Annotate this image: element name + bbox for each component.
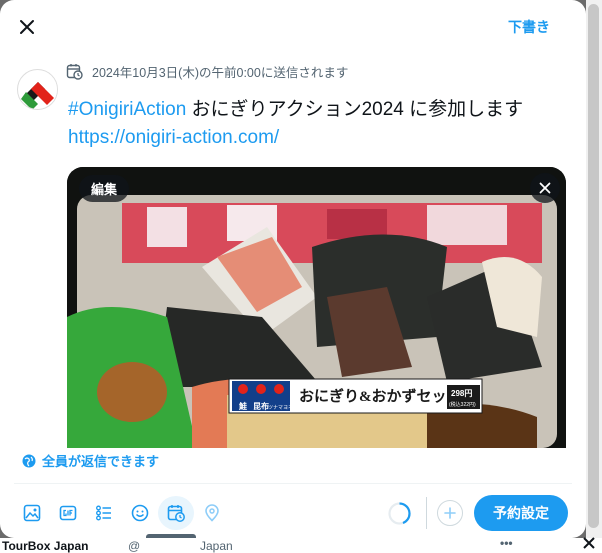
image-icon [23, 504, 41, 522]
add-post-button[interactable] [437, 500, 463, 526]
hashtag[interactable]: #OnigiriAction [68, 99, 186, 120]
schedule-button[interactable] [158, 496, 194, 530]
scrollbar-thumb[interactable] [588, 4, 599, 528]
x-logo-icon [583, 537, 595, 552]
background-timeline: TourBox Japan @ Japan ••• [0, 536, 602, 553]
remove-media-button[interactable] [530, 173, 560, 203]
price-text: 298円 [451, 389, 472, 398]
poll-button[interactable] [86, 496, 122, 530]
price-tax-text: (税込322円) [449, 401, 476, 408]
background-user-name: TourBox Japan [2, 539, 89, 553]
close-icon [539, 182, 551, 194]
close-icon [20, 20, 34, 34]
more-options-icon[interactable]: ••• [500, 536, 513, 550]
location-pin-icon [205, 504, 219, 522]
label-small-3: ツナマヨネーズ [268, 404, 303, 411]
tweet-url[interactable]: https://onigiri-action.com/ [68, 127, 279, 148]
media-button[interactable] [14, 496, 50, 530]
close-button[interactable] [14, 14, 40, 40]
schedule-info: 2024年10月3日(木)の午前0:00に送信されます [66, 62, 348, 81]
plus-icon [444, 507, 456, 519]
location-button[interactable] [194, 496, 230, 530]
tweet-text[interactable]: #OnigiriAction おにぎりアクション2024 に参加します http… [68, 96, 568, 152]
reply-setting-label: 全員が返信できます [42, 454, 160, 469]
schedule-text: 2024年10月3日(木)の午前0:00に送信されます [92, 66, 349, 80]
gif-button[interactable] [50, 496, 86, 530]
calendar-clock-icon [167, 505, 185, 522]
avatar [17, 69, 58, 110]
reply-setting[interactable]: 全員が返信できます [22, 451, 159, 470]
label-small-1: 鮭 [238, 401, 247, 411]
divider [14, 483, 572, 484]
compose-modal: 下書き 2024年10月3日(木)の午前0:00に送信されます #Onigiri… [0, 0, 586, 553]
media-attachment: 鮭 昆布 ツナマヨネーズ おにぎり&おかずセット 298円 (税込322円) 編… [67, 167, 566, 448]
media-labels: 鮭 昆布 ツナマヨネーズ おにぎり&おかずセット 298円 (税込322円) [238, 387, 476, 411]
compose-toolbar [14, 496, 230, 530]
gif-icon [59, 505, 77, 521]
logo-icon [18, 70, 57, 109]
calendar-clock-icon [66, 64, 83, 80]
smiley-icon [131, 504, 149, 522]
background-user-handle: @ [128, 539, 141, 553]
globe-icon [22, 454, 36, 467]
edit-button[interactable]: 編集 [79, 175, 130, 202]
list-icon [96, 505, 111, 521]
label-text: おにぎり&おかずセット [299, 387, 462, 405]
label-small-2: 昆布 [253, 401, 269, 411]
character-progress-ring [388, 502, 411, 525]
schedule-submit-button[interactable]: 予約設定 [474, 495, 568, 531]
background-user-handle-end: Japan [200, 539, 233, 553]
drafts-link[interactable]: 下書き [508, 17, 550, 37]
emoji-button[interactable] [122, 496, 158, 530]
tweet-body: おにぎりアクション2024 に参加します [186, 99, 524, 120]
toolbar-separator [426, 497, 427, 529]
